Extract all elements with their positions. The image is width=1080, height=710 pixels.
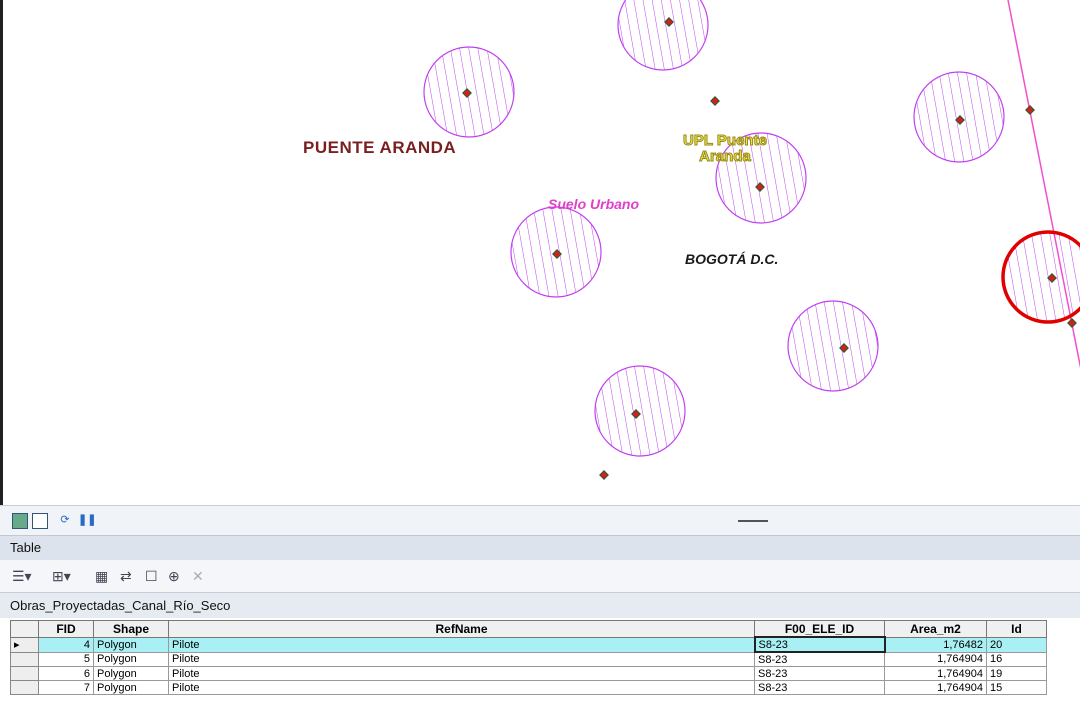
column-header-refname[interactable]: RefName (168, 620, 755, 638)
table-row[interactable]: 5 Polygon Pilote S8-23 1,764904 16 (10, 651, 1047, 667)
label-bogota: BOGOTÁ D.C. (685, 251, 779, 267)
column-header-fid[interactable]: FID (38, 620, 94, 638)
point-marker[interactable] (710, 96, 720, 106)
layout-view-icon[interactable] (32, 513, 48, 529)
point-marker[interactable] (599, 470, 609, 480)
cell-refname[interactable]: Pilote (168, 666, 755, 681)
delete-selected-icon[interactable]: ✕ (192, 568, 204, 584)
table-options-icon[interactable]: ☰▾ (12, 568, 32, 584)
cell-refname[interactable]: Pilote (168, 636, 755, 653)
layer-tab[interactable]: Obras_Proyectadas_Canal_Río_Seco (0, 592, 1080, 618)
row-selector[interactable] (10, 680, 39, 695)
row-selector-header[interactable] (10, 620, 39, 638)
table-window-title: Table (0, 535, 1080, 560)
refresh-icon[interactable]: ⟳ (58, 513, 72, 527)
column-header-ele-id[interactable]: F00_ELE_ID (754, 620, 885, 638)
cell-refname[interactable]: Pilote (168, 651, 755, 667)
label-puente-aranda: PUENTE ARANDA (303, 138, 457, 157)
related-tables-icon[interactable]: ⊞▾ (52, 568, 71, 584)
attribute-table: FID Shape RefName F00_ELE_ID Area_m2 Id … (10, 620, 1080, 710)
clear-selection-icon[interactable]: ☐ (145, 568, 158, 584)
table-header-row: FID Shape RefName F00_ELE_ID Area_m2 Id (10, 620, 1047, 638)
cell-area[interactable]: 1,764904 (884, 680, 987, 695)
cell-shape[interactable]: Polygon (93, 666, 169, 681)
cell-fid[interactable]: 4 (38, 636, 94, 653)
label-upl-line2: Aranda (699, 148, 752, 165)
table-toolbar: ☰▾ ⊞▾ ▦ ⇄ ☐ ⊕ ✕ (0, 560, 1080, 592)
cell-shape[interactable]: Polygon (93, 680, 169, 695)
row-selector[interactable] (10, 666, 39, 681)
table-row[interactable]: 7 Polygon Pilote S8-23 1,764904 15 (10, 680, 1047, 695)
label-upl-line1: UPL Puente (683, 132, 768, 149)
map-graphics (423, 0, 1080, 480)
cell-fid[interactable]: 7 (38, 680, 94, 695)
row-selector[interactable] (10, 651, 39, 667)
cell-fid[interactable]: 6 (38, 666, 94, 681)
cell-id[interactable]: 20 (986, 636, 1047, 653)
view-toolbar: ⟳ ❚❚ (0, 505, 1080, 535)
column-header-id[interactable]: Id (986, 620, 1047, 638)
zoom-to-selected-icon[interactable]: ⊕ (168, 568, 180, 584)
row-selector[interactable]: ▸ (10, 636, 39, 653)
cell-ele-id[interactable]: S8-23 (754, 666, 885, 681)
label-suelo-urbano: Suelo Urbano (548, 196, 640, 212)
cell-id[interactable]: 15 (986, 680, 1047, 695)
table-row[interactable]: 6 Polygon Pilote S8-23 1,764904 19 (10, 666, 1047, 681)
cell-id[interactable]: 19 (986, 666, 1047, 681)
column-header-shape[interactable]: Shape (93, 620, 169, 638)
table-view-icon[interactable] (12, 513, 28, 529)
cell-ele-id[interactable]: S8-23 (754, 680, 885, 695)
map-canvas[interactable]: PUENTE ARANDA UPL Puente Aranda Suelo Ur… (0, 0, 1080, 505)
cell-ele-id[interactable]: S8-23 (753, 636, 886, 653)
label-upl-puente-aranda: UPL Puente Aranda (683, 132, 768, 165)
table-row[interactable]: ▸ 4 Polygon Pilote S8-23 1,76482 20 (10, 636, 1047, 653)
cell-id[interactable]: 16 (986, 651, 1047, 667)
cell-area[interactable]: 1,76482 (884, 636, 987, 653)
cell-area[interactable]: 1,764904 (884, 666, 987, 681)
splitter-grip[interactable] (738, 520, 768, 522)
switch-selection-icon[interactable]: ⇄ (120, 568, 132, 584)
pause-icon[interactable]: ❚❚ (78, 513, 96, 527)
cell-area[interactable]: 1,764904 (884, 651, 987, 667)
cell-fid[interactable]: 5 (38, 651, 94, 667)
selected-pilote-polygon[interactable] (1001, 230, 1080, 324)
pilote-polygon[interactable] (617, 0, 709, 71)
cell-ele-id[interactable]: S8-23 (754, 651, 885, 667)
select-by-attributes-icon[interactable]: ▦ (95, 568, 108, 584)
cell-shape[interactable]: Polygon (93, 651, 169, 667)
cell-refname[interactable]: Pilote (168, 680, 755, 695)
point-marker[interactable] (1025, 105, 1035, 115)
point-marker[interactable] (1067, 318, 1077, 328)
pilote-polygon[interactable] (787, 300, 879, 392)
cell-shape[interactable]: Polygon (93, 636, 169, 653)
pilote-polygon[interactable] (594, 365, 686, 457)
column-header-area[interactable]: Area_m2 (884, 620, 987, 638)
